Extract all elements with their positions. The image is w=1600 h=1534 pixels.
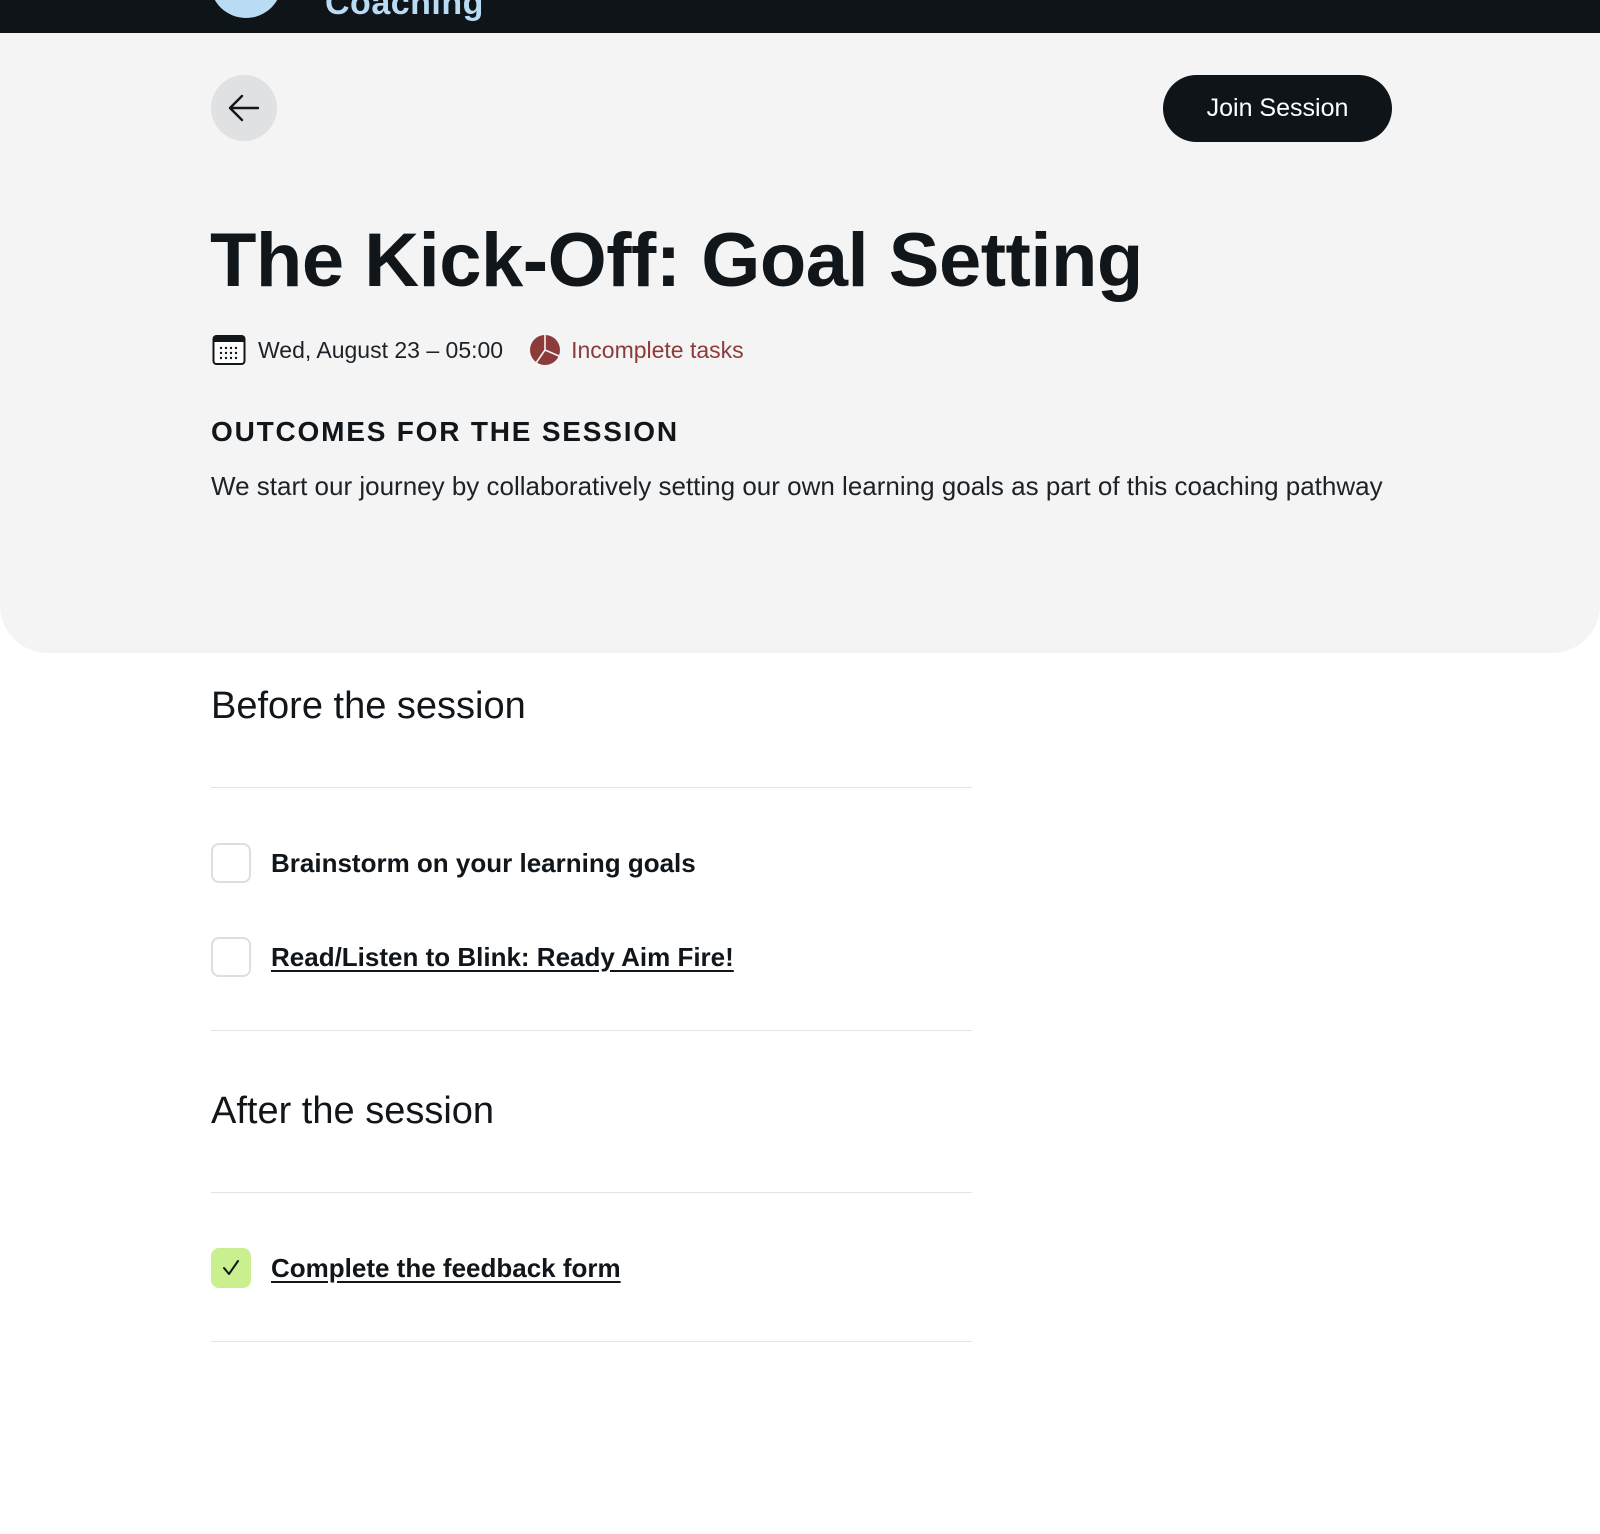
task-link[interactable]: Complete the feedback form xyxy=(271,1253,621,1284)
divider xyxy=(211,1030,972,1031)
brand-name[interactable]: Coaching xyxy=(325,0,484,23)
session-meta: Wed, August 23 – 05:00 Incomplete tasks xyxy=(212,333,744,367)
pie-chart-icon xyxy=(530,335,561,365)
before-session-heading: Before the session xyxy=(211,685,526,727)
task-checkbox[interactable] xyxy=(211,937,251,977)
logo-mark-icon[interactable] xyxy=(210,0,282,18)
task-link[interactable]: Read/Listen to Blink: Ready Aim Fire! xyxy=(271,942,734,973)
session-header-panel: Join Session The Kick-Off: Goal Setting … xyxy=(0,33,1600,653)
arrow-left-icon xyxy=(228,94,260,122)
outcomes-heading: OUTCOMES FOR THE SESSION xyxy=(211,416,679,447)
join-session-button[interactable]: Join Session xyxy=(1163,75,1392,142)
task-item[interactable]: Brainstorm on your learning goals xyxy=(211,843,696,883)
task-label: Brainstorm on your learning goals xyxy=(271,847,696,878)
divider xyxy=(211,1192,972,1193)
back-button[interactable] xyxy=(211,75,277,141)
task-item[interactable]: Read/Listen to Blink: Ready Aim Fire! xyxy=(211,937,734,977)
task-checkbox-checked[interactable] xyxy=(211,1248,251,1288)
divider xyxy=(211,787,972,788)
task-checkbox[interactable] xyxy=(211,843,251,883)
after-session-heading: After the session xyxy=(211,1090,495,1132)
outcomes-description: We start our journey by collaboratively … xyxy=(211,471,1383,501)
top-nav-bar: Coaching xyxy=(0,0,1600,33)
session-date: Wed, August 23 – 05:00 xyxy=(258,336,504,363)
checkmark-icon xyxy=(223,1260,239,1275)
page-title: The Kick-Off: Goal Setting xyxy=(210,218,1143,303)
divider xyxy=(211,1341,972,1342)
calendar-icon xyxy=(212,335,246,365)
task-item[interactable]: Complete the feedback form xyxy=(211,1248,621,1288)
status-badge: Incomplete tasks xyxy=(571,336,744,363)
